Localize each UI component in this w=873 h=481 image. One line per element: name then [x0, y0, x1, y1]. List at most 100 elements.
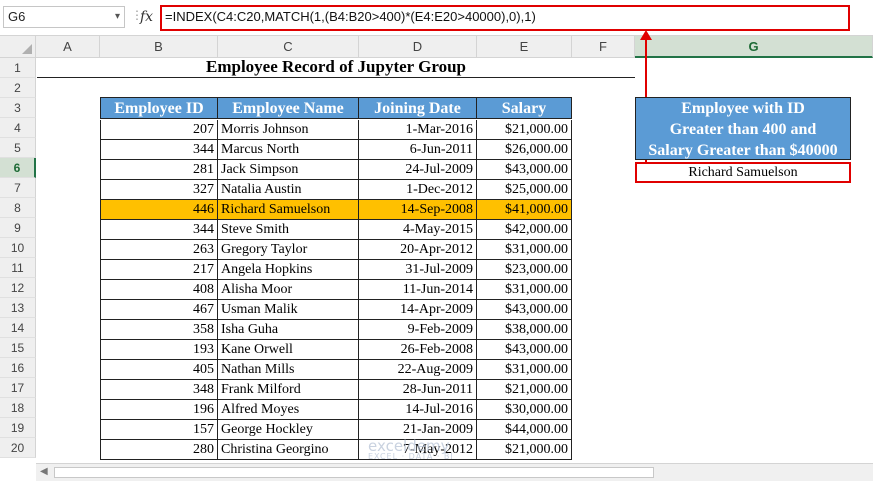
salary-cell[interactable]: $21,000.00 — [477, 380, 572, 400]
name-box[interactable]: G6 ▾ — [3, 6, 125, 28]
joining-date-cell[interactable]: 26-Feb-2008 — [359, 340, 477, 360]
employee-id-cell[interactable]: 408 — [100, 280, 218, 300]
employee-id-cell[interactable]: 280 — [100, 440, 218, 460]
employee-name-cell[interactable]: Natalia Austin — [218, 180, 359, 200]
row-header-17[interactable]: 17 — [0, 378, 36, 398]
row-header-20[interactable]: 20 — [0, 438, 36, 458]
employee-name-cell[interactable]: Kane Orwell — [218, 340, 359, 360]
employee-id-cell[interactable]: 358 — [100, 320, 218, 340]
row-header-8[interactable]: 8 — [0, 198, 36, 218]
employee-name-cell[interactable]: George Hockley — [218, 420, 359, 440]
employee-id-cell[interactable]: 196 — [100, 400, 218, 420]
joining-date-cell[interactable]: 22-Aug-2009 — [359, 360, 477, 380]
joining-date-cell[interactable]: 24-Jul-2009 — [359, 160, 477, 180]
salary-cell[interactable]: $30,000.00 — [477, 400, 572, 420]
joining-date-cell[interactable]: 28-Jun-2011 — [359, 380, 477, 400]
employee-name-cell[interactable]: Alisha Moor — [218, 280, 359, 300]
employee-name-cell[interactable]: Steve Smith — [218, 220, 359, 240]
employee-name-cell[interactable]: Usman Malik — [218, 300, 359, 320]
header-employee-id[interactable]: Employee ID — [100, 97, 218, 119]
employee-id-cell[interactable]: 405 — [100, 360, 218, 380]
row-header-16[interactable]: 16 — [0, 358, 36, 378]
salary-cell[interactable]: $21,000.00 — [477, 120, 572, 140]
row-header-11[interactable]: 11 — [0, 258, 36, 278]
salary-cell[interactable]: $31,000.00 — [477, 240, 572, 260]
salary-cell[interactable]: $44,000.00 — [477, 420, 572, 440]
row-header-15[interactable]: 15 — [0, 338, 36, 358]
salary-cell[interactable]: $38,000.00 — [477, 320, 572, 340]
column-header-b[interactable]: B — [100, 36, 218, 58]
row-header-3[interactable]: 3 — [0, 98, 36, 118]
column-header-a[interactable]: A — [36, 36, 100, 58]
column-header-c[interactable]: C — [218, 36, 359, 58]
formula-input[interactable]: =INDEX(C4:C20,MATCH(1,(B4:B20>400)*(E4:E… — [165, 9, 536, 24]
row-header-14[interactable]: 14 — [0, 318, 36, 338]
joining-date-cell[interactable]: 1-Mar-2016 — [359, 120, 477, 140]
scroll-left-icon[interactable]: ◀ — [40, 466, 48, 477]
salary-cell[interactable]: $21,000.00 — [477, 440, 572, 460]
joining-date-cell[interactable]: 20-Apr-2012 — [359, 240, 477, 260]
salary-cell[interactable]: $25,000.00 — [477, 180, 572, 200]
employee-name-cell[interactable]: Angela Hopkins — [218, 260, 359, 280]
employee-name-cell[interactable]: Jack Simpson — [218, 160, 359, 180]
select-all-button[interactable] — [0, 36, 36, 58]
row-header-4[interactable]: 4 — [0, 118, 36, 138]
employee-name-cell[interactable]: Richard Samuelson — [218, 200, 359, 220]
row-header-1[interactable]: 1 — [0, 58, 36, 78]
column-header-g[interactable]: G — [635, 36, 873, 58]
employee-id-cell[interactable]: 467 — [100, 300, 218, 320]
chevron-down-icon[interactable]: ▾ — [115, 7, 120, 27]
row-header-5[interactable]: 5 — [0, 138, 36, 158]
salary-cell[interactable]: $43,000.00 — [477, 160, 572, 180]
horizontal-scrollbar[interactable]: ◀ — [36, 463, 873, 481]
salary-cell[interactable]: $42,000.00 — [477, 220, 572, 240]
joining-date-cell[interactable]: 14-Apr-2009 — [359, 300, 477, 320]
employee-id-cell[interactable]: 344 — [100, 220, 218, 240]
employee-id-cell[interactable]: 327 — [100, 180, 218, 200]
employee-id-cell[interactable]: 193 — [100, 340, 218, 360]
result-cell[interactable]: Richard Samuelson — [635, 162, 851, 183]
joining-date-cell[interactable]: 9-Feb-2009 — [359, 320, 477, 340]
column-header-d[interactable]: D — [359, 36, 477, 58]
employee-id-cell[interactable]: 281 — [100, 160, 218, 180]
column-header-f[interactable]: F — [572, 36, 635, 58]
employee-id-cell[interactable]: 157 — [100, 420, 218, 440]
employee-id-cell[interactable]: 217 — [100, 260, 218, 280]
salary-cell[interactable]: $43,000.00 — [477, 300, 572, 320]
row-header-10[interactable]: 10 — [0, 238, 36, 258]
insert-function-icon[interactable]: fx — [140, 6, 158, 28]
employee-id-cell[interactable]: 263 — [100, 240, 218, 260]
salary-cell[interactable]: $26,000.00 — [477, 140, 572, 160]
header-joining-date[interactable]: Joining Date — [359, 97, 477, 119]
salary-cell[interactable]: $41,000.00 — [477, 200, 572, 220]
employee-name-cell[interactable]: Nathan Mills — [218, 360, 359, 380]
joining-date-cell[interactable]: 6-Jun-2011 — [359, 140, 477, 160]
salary-cell[interactable]: $23,000.00 — [477, 260, 572, 280]
salary-cell[interactable]: $31,000.00 — [477, 360, 572, 380]
row-header-2[interactable]: 2 — [0, 78, 36, 98]
row-header-13[interactable]: 13 — [0, 298, 36, 318]
employee-name-cell[interactable]: Isha Guha — [218, 320, 359, 340]
employee-id-cell[interactable]: 344 — [100, 140, 218, 160]
joining-date-cell[interactable]: 31-Jul-2009 — [359, 260, 477, 280]
row-header-9[interactable]: 9 — [0, 218, 36, 238]
joining-date-cell[interactable]: 14-Jul-2016 — [359, 400, 477, 420]
joining-date-cell[interactable]: 14-Sep-2008 — [359, 200, 477, 220]
joining-date-cell[interactable]: 1-Dec-2012 — [359, 180, 477, 200]
row-header-18[interactable]: 18 — [0, 398, 36, 418]
employee-name-cell[interactable]: Alfred Moyes — [218, 400, 359, 420]
scrollbar-thumb[interactable] — [54, 467, 654, 478]
row-header-19[interactable]: 19 — [0, 418, 36, 438]
column-header-e[interactable]: E — [477, 36, 572, 58]
row-header-7[interactable]: 7 — [0, 178, 36, 198]
employee-name-cell[interactable]: Gregory Taylor — [218, 240, 359, 260]
header-employee-name[interactable]: Employee Name — [218, 97, 359, 119]
header-salary[interactable]: Salary — [477, 97, 572, 119]
employee-name-cell[interactable]: Christina Georgino — [218, 440, 359, 460]
joining-date-cell[interactable]: 11-Jun-2014 — [359, 280, 477, 300]
employee-id-cell[interactable]: 207 — [100, 120, 218, 140]
row-header-12[interactable]: 12 — [0, 278, 36, 298]
employee-id-cell[interactable]: 348 — [100, 380, 218, 400]
salary-cell[interactable]: $31,000.00 — [477, 280, 572, 300]
employee-name-cell[interactable]: Frank Milford — [218, 380, 359, 400]
